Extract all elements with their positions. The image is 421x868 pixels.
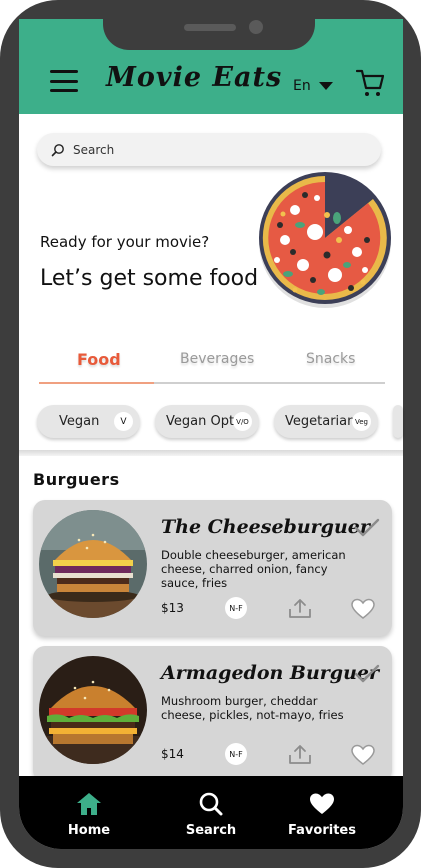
- item-description: Double cheeseburger, american cheese, ch…: [161, 548, 346, 590]
- vegan-badge: V: [114, 412, 133, 431]
- item-name: Armagedon Burguer: [161, 662, 380, 684]
- hero-subtitle: Ready for your movie?: [40, 233, 210, 251]
- heart-icon: [310, 793, 334, 814]
- active-tab-indicator: [39, 382, 154, 384]
- nav-search[interactable]: Search: [161, 776, 261, 849]
- filter-chip-vegetarian[interactable]: Vegetarian Veg: [274, 405, 378, 438]
- hero-headline: Let’s get some food: [40, 266, 259, 291]
- menu-item-card[interactable]: The Cheeseburguer Double cheeseburger, a…: [33, 500, 392, 636]
- check-icon[interactable]: [354, 518, 380, 538]
- category-tabs: Food Beverages Snacks: [39, 345, 385, 385]
- search-icon: [199, 792, 223, 816]
- menu-item-card[interactable]: Armagedon Burguer Mushroom burger, chedd…: [33, 646, 392, 782]
- item-name: The Cheeseburguer: [161, 516, 370, 538]
- phone-camera: [249, 20, 263, 34]
- home-icon: [77, 793, 101, 815]
- tab-snacks[interactable]: Snacks: [306, 351, 355, 367]
- nut-free-badge: N-F: [225, 597, 247, 619]
- nut-free-badge: N-F: [225, 743, 247, 765]
- filter-chip-vegan[interactable]: Vegan V: [37, 405, 140, 438]
- caret-down-icon: [318, 82, 333, 90]
- nav-favorites[interactable]: Favorites: [272, 776, 372, 849]
- search-placeholder: Search: [73, 142, 115, 157]
- item-price: $14: [161, 747, 184, 761]
- share-icon[interactable]: [288, 597, 312, 619]
- phone-speaker: [184, 24, 236, 31]
- filter-chip-partial[interactable]: [393, 405, 403, 438]
- vegetarian-badge: Veg: [352, 412, 371, 431]
- check-icon[interactable]: [354, 664, 380, 684]
- filter-chip-vegan-opt[interactable]: Vegan Opt V/O: [155, 405, 259, 438]
- filter-chip-label: Vegan: [59, 414, 100, 429]
- vegan-opt-badge: V/O: [233, 412, 252, 431]
- section-title: Burguers: [33, 470, 120, 489]
- item-price: $13: [161, 601, 184, 615]
- share-icon[interactable]: [288, 743, 312, 765]
- app-title: Movie Eats: [106, 62, 283, 93]
- bottom-navigation: Home Search Favorites: [19, 776, 403, 849]
- language-selector[interactable]: En: [293, 78, 333, 94]
- heart-icon[interactable]: [351, 598, 375, 620]
- filter-chip-label: Vegetarian: [285, 414, 356, 429]
- item-description: Mushroom burger, cheddar cheese, pickles…: [161, 694, 344, 722]
- filter-chip-label: Vegan Opt: [166, 414, 235, 429]
- cart-icon[interactable]: [356, 68, 384, 98]
- tab-food[interactable]: Food: [77, 350, 121, 369]
- search-bar[interactable]: Search: [37, 133, 381, 166]
- language-label: En: [293, 78, 311, 94]
- menu-icon[interactable]: [50, 70, 78, 92]
- nav-home[interactable]: Home: [39, 776, 139, 849]
- heart-icon[interactable]: [351, 744, 375, 766]
- burger-image: [39, 656, 147, 764]
- pizza-illustration: [259, 172, 391, 308]
- search-icon: [51, 143, 64, 156]
- tab-beverages[interactable]: Beverages: [180, 351, 254, 367]
- section-divider: [19, 450, 403, 456]
- nav-label: Home: [67, 823, 111, 838]
- nav-label: Search: [185, 823, 237, 838]
- burger-image: [39, 510, 147, 618]
- nav-label: Favorites: [288, 823, 356, 838]
